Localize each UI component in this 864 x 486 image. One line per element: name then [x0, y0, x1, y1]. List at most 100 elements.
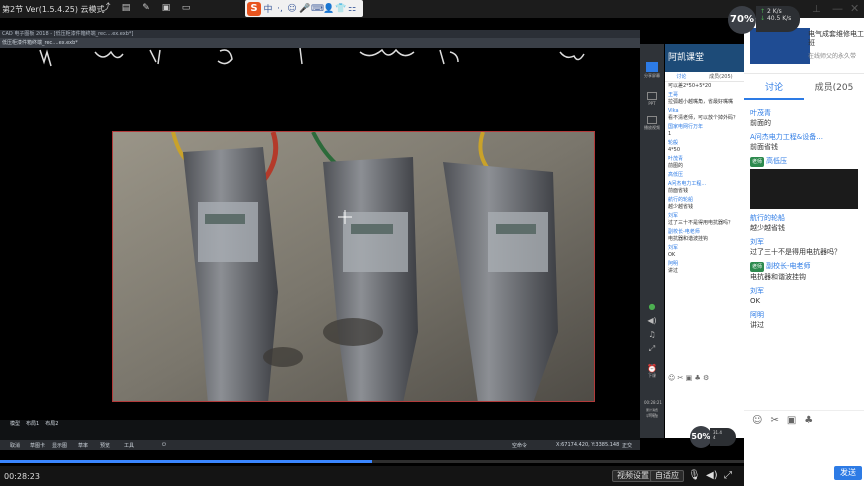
playback-progress[interactable]: [0, 460, 744, 463]
cmd-draft[interactable]: 草率: [78, 442, 88, 449]
inner-chat-panel: 阿凯课堂 讨论 成员(205) 可以差2*50+5*20 王哥 拉弧越小越嘴角，省最…: [665, 44, 744, 438]
class-end-button[interactable]: ⏰ 下课: [644, 364, 660, 379]
message-sender[interactable]: 叶茂青: [750, 109, 771, 117]
voice-icon[interactable]: 🎤: [299, 4, 310, 14]
inner-message-sender[interactable]: A问杰电力工程...: [668, 181, 741, 188]
layout-tab-model[interactable]: 模型: [10, 420, 20, 429]
ime-toolbar[interactable]: S 中 ·, ☺ 🎤 ⌨ 👤 👕 ⚏: [245, 0, 363, 17]
note-icon[interactable]: ▤: [120, 3, 132, 14]
gift-icon[interactable]: ♣: [804, 415, 813, 426]
playback-time: 00:28:23: [4, 472, 40, 481]
message-sender[interactable]: A问杰电力工程&设备...: [750, 133, 823, 141]
inner-message-item: 国家电网行万年 1: [665, 123, 744, 139]
cad-command-row: 取消 草图卡 显示图 草率 预览 工具 ⏻ 空命令 X:67174.420, Y…: [0, 440, 640, 450]
close-icon[interactable]: ✕: [850, 2, 859, 15]
inner-tab-discussion[interactable]: 讨论: [676, 72, 686, 81]
course-thumbnail[interactable]: [750, 28, 810, 64]
cmd-tools[interactable]: 工具: [124, 442, 134, 449]
message-sender[interactable]: 刘军: [750, 238, 764, 246]
inner-message-sender[interactable]: 轮般: [668, 140, 741, 147]
speed-unit-up: K/s: [772, 8, 782, 15]
ppt-button[interactable]: PPT: [644, 92, 660, 106]
inner-message-text: 越少越省钱: [668, 204, 694, 210]
tab-members[interactable]: 成员(205: [804, 76, 864, 100]
emoji-icon[interactable]: ☺: [752, 415, 762, 426]
fullscreen-icon[interactable]: ⤢: [724, 470, 732, 481]
inner-message-text: 可以差2*50+5*20: [668, 83, 712, 89]
ime-punct-icon[interactable]: ·,: [275, 4, 285, 14]
right-chat-panel: 电气成套维修电工班 在线师父的永久带 讨论 成员(205 叶茂青 前面的 A问杰电力…: [744, 18, 864, 486]
speed-gauge[interactable]: 70%: [728, 6, 756, 34]
mic-icon[interactable]: 🎙: [688, 470, 701, 481]
cad-canvas[interactable]: [0, 48, 640, 420]
emoji-icon[interactable]: ☺: [287, 4, 297, 14]
share-screen-button[interactable]: 分享屏幕: [644, 62, 660, 79]
cmd-preview[interactable]: 预览: [100, 442, 110, 449]
play-video-button[interactable]: 播放视频: [644, 116, 660, 131]
layout-tab-2[interactable]: 布局2: [45, 420, 58, 429]
cmd-cancel[interactable]: 取消: [10, 442, 20, 449]
inner-message-sender[interactable]: 航行的轮船: [668, 197, 741, 204]
menu-grid-icon[interactable]: ⚏: [347, 4, 357, 14]
inner-message-sender[interactable]: 副校长-电老师: [668, 229, 741, 236]
cmd-sketch-card[interactable]: 草图卡: [30, 442, 45, 449]
inner-message-sender[interactable]: 刘军: [668, 245, 741, 252]
edit-icon[interactable]: ✎: [140, 3, 152, 14]
teacher-badge: 老师: [750, 262, 765, 272]
inner-message-text: 过了三十不是得用电抗器吗？: [668, 220, 734, 226]
message-header: 航行的轮船: [750, 213, 858, 223]
message-sender[interactable]: 刘军: [750, 287, 764, 295]
inner-message-sender[interactable]: 高低压: [668, 172, 741, 179]
share-icon[interactable]: ⤴: [100, 3, 112, 14]
small-gauge[interactable]: 50%: [690, 426, 712, 448]
inner-message-item: 刘军 OK: [665, 244, 744, 260]
tab-discussion[interactable]: 讨论: [744, 76, 804, 100]
inner-message-sender[interactable]: 国家电网行万年: [668, 124, 741, 131]
image-icon[interactable]: ▣: [787, 415, 796, 426]
message-text: 越少越省钱: [750, 224, 785, 232]
layout-tabs: 模型 布局1 布局2: [0, 420, 58, 429]
inner-tab-members[interactable]: 成员(205): [709, 72, 732, 81]
message-sender[interactable]: 航行的轮船: [750, 214, 785, 222]
fullscreen-icon[interactable]: ⤢: [644, 344, 660, 354]
inner-message-item: 王哥 拉弧越小越嘴角，省最好嘴嘴: [665, 91, 744, 107]
send-button[interactable]: 发送: [834, 466, 862, 480]
user-icon[interactable]: 👤: [323, 4, 334, 14]
inner-message-item: 高低压: [665, 171, 744, 180]
message-sender[interactable]: 高低压: [766, 157, 787, 165]
volume-icon[interactable]: ◀): [644, 316, 660, 325]
volume-icon[interactable]: ◀): [706, 470, 718, 481]
keyboard-icon[interactable]: ⌨: [311, 4, 324, 14]
inner-message-item: 阿明 讲过: [665, 260, 744, 276]
message-item: 航行的轮船越少越省钱: [744, 211, 864, 235]
minimize-icon[interactable]: —: [832, 2, 843, 15]
video-settings-button[interactable]: 视频设置: [612, 470, 654, 482]
cad-doc-tab[interactable]: 低压柜漆件箱终端_rec....ex.exb*: [0, 38, 640, 48]
inner-chat-tabs: 讨论 成员(205): [665, 72, 744, 82]
layout-tab-1[interactable]: 布局1: [26, 420, 39, 429]
music-icon[interactable]: ♫: [644, 330, 660, 339]
inner-message-sender[interactable]: Vika: [668, 108, 741, 115]
message-header: 刘军: [750, 237, 858, 247]
image-icon[interactable]: ▣: [160, 3, 172, 14]
message-text: 讲过: [750, 321, 764, 329]
inner-message-sender[interactable]: 刘军: [668, 213, 741, 220]
adaptive-button[interactable]: 自适应: [650, 470, 684, 482]
course-title[interactable]: 电气成套维修电工班: [808, 30, 864, 48]
inner-message-sender[interactable]: 叶茂青: [668, 156, 741, 163]
inner-message-text: 前面省钱: [668, 188, 689, 194]
message-sender[interactable]: 副校长-电老师: [766, 262, 811, 270]
inner-message-sender[interactable]: 王哥: [668, 92, 741, 99]
ime-lang-icon[interactable]: 中: [263, 2, 273, 15]
skin-icon[interactable]: 👕: [335, 4, 346, 14]
message-image[interactable]: [750, 169, 858, 209]
inner-message-sender[interactable]: 阿明: [668, 261, 741, 268]
message-sender[interactable]: 阿明: [750, 311, 764, 319]
scissors-icon[interactable]: ✂: [770, 415, 778, 426]
folder-icon[interactable]: ▭: [180, 3, 192, 14]
inner-message-item: 轮般 4*50: [665, 139, 744, 155]
cmd-display[interactable]: 显示图: [52, 442, 67, 449]
power-icon[interactable]: ⏻: [162, 442, 166, 448]
speed-unit-down: K/s: [782, 15, 792, 22]
pin-icon[interactable]: ⊥: [812, 4, 821, 15]
